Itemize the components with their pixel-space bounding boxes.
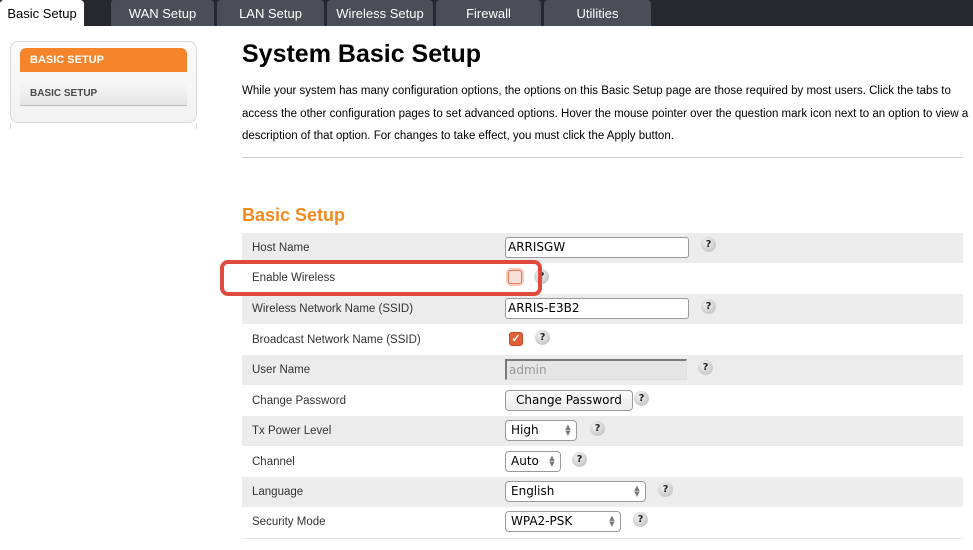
- channel-label: Channel: [252, 456, 295, 468]
- help-icon[interactable]: ?: [701, 237, 716, 252]
- tab-firewall[interactable]: Firewall: [436, 0, 541, 26]
- tab-gap: [84, 0, 109, 26]
- language-label: Language: [252, 486, 304, 498]
- row-enable-wireless: Enable Wireless ?: [242, 263, 963, 293]
- change-password-button[interactable]: Change Password: [505, 390, 633, 411]
- language-select[interactable]: English ▲ ▼: [505, 481, 646, 502]
- sidebar-item-basic-setup[interactable]: BASIC SETUP: [20, 82, 187, 106]
- select-arrows-icon: ▲ ▼: [609, 514, 615, 528]
- help-icon[interactable]: ?: [534, 269, 549, 284]
- channel-value: Auto: [511, 454, 539, 468]
- help-icon[interactable]: ?: [634, 391, 649, 406]
- sidebar-header: BASIC SETUP: [20, 48, 187, 72]
- row-ssid: Wireless Network Name (SSID) ARRIS-E3B2 …: [242, 294, 963, 324]
- user-name-input: admin: [505, 359, 687, 380]
- row-tx-power: Tx Power Level High ▲ ▼ ?: [242, 416, 963, 446]
- tab-lan-setup[interactable]: LAN Setup: [217, 0, 324, 26]
- user-name-label: User Name: [252, 364, 311, 376]
- help-icon[interactable]: ?: [698, 360, 713, 375]
- tab-utilities[interactable]: Utilities: [544, 0, 651, 26]
- intro-text: While your system has many configuration…: [242, 85, 969, 142]
- security-mode-label: Security Mode: [252, 516, 326, 528]
- language-value: English: [511, 484, 555, 498]
- row-security-mode: Security Mode WPA2-PSK ▲ ▼ ?: [242, 507, 963, 537]
- row-change-password: Change Password Change Password ?: [242, 386, 963, 416]
- ssid-label: Wireless Network Name (SSID): [252, 303, 414, 315]
- host-name-input[interactable]: ARRISGW: [505, 237, 689, 258]
- enable-wireless-label: Enable Wireless: [252, 272, 336, 284]
- divider: [242, 538, 963, 539]
- divider: [242, 157, 963, 158]
- section-title: Basic Setup: [242, 205, 346, 225]
- help-icon[interactable]: ?: [633, 512, 648, 527]
- select-arrows-icon: ▲ ▼: [549, 454, 555, 468]
- broadcast-ssid-checkbox[interactable]: ✓: [509, 332, 523, 346]
- sidebar-border: [196, 123, 197, 129]
- row-broadcast-ssid: Broadcast Network Name (SSID) ✓ ?: [242, 325, 963, 355]
- change-password-label: Change Password: [252, 395, 346, 407]
- ssid-input[interactable]: ARRIS-E3B2: [505, 298, 689, 319]
- help-icon[interactable]: ?: [701, 299, 716, 314]
- page-title: System Basic Setup: [242, 40, 481, 68]
- help-icon[interactable]: ?: [590, 421, 605, 436]
- security-mode-value: WPA2-PSK: [511, 514, 573, 528]
- tx-power-label: Tx Power Level: [252, 425, 332, 437]
- row-host-name: Host Name ARRISGW ?: [242, 233, 963, 263]
- sidebar-border: [10, 123, 11, 129]
- tx-power-value: High: [511, 423, 539, 437]
- tab-basic-setup[interactable]: Basic Setup: [0, 0, 84, 26]
- row-language: Language English ▲ ▼ ?: [242, 477, 963, 507]
- row-channel: Channel Auto ▲ ▼ ?: [242, 447, 963, 477]
- tx-power-select[interactable]: High ▲ ▼: [505, 420, 577, 441]
- top-tab-bar: Basic Setup WAN Setup LAN Setup Wireless…: [0, 0, 973, 26]
- select-arrows-icon: ▲ ▼: [565, 423, 571, 437]
- tab-wireless-setup[interactable]: Wireless Setup: [327, 0, 433, 26]
- broadcast-ssid-label: Broadcast Network Name (SSID): [252, 334, 421, 346]
- row-user-name: User Name admin ?: [242, 355, 963, 385]
- help-icon[interactable]: ?: [535, 330, 550, 345]
- sidebar: BASIC SETUP BASIC SETUP: [10, 41, 197, 123]
- host-name-label: Host Name: [252, 242, 310, 254]
- security-mode-select[interactable]: WPA2-PSK ▲ ▼: [505, 511, 621, 532]
- tab-wan-setup[interactable]: WAN Setup: [109, 0, 214, 26]
- channel-select[interactable]: Auto ▲ ▼: [505, 451, 561, 472]
- help-icon[interactable]: ?: [658, 482, 673, 497]
- select-arrows-icon: ▲ ▼: [634, 484, 640, 498]
- help-icon[interactable]: ?: [572, 452, 587, 467]
- enable-wireless-checkbox[interactable]: [508, 270, 522, 284]
